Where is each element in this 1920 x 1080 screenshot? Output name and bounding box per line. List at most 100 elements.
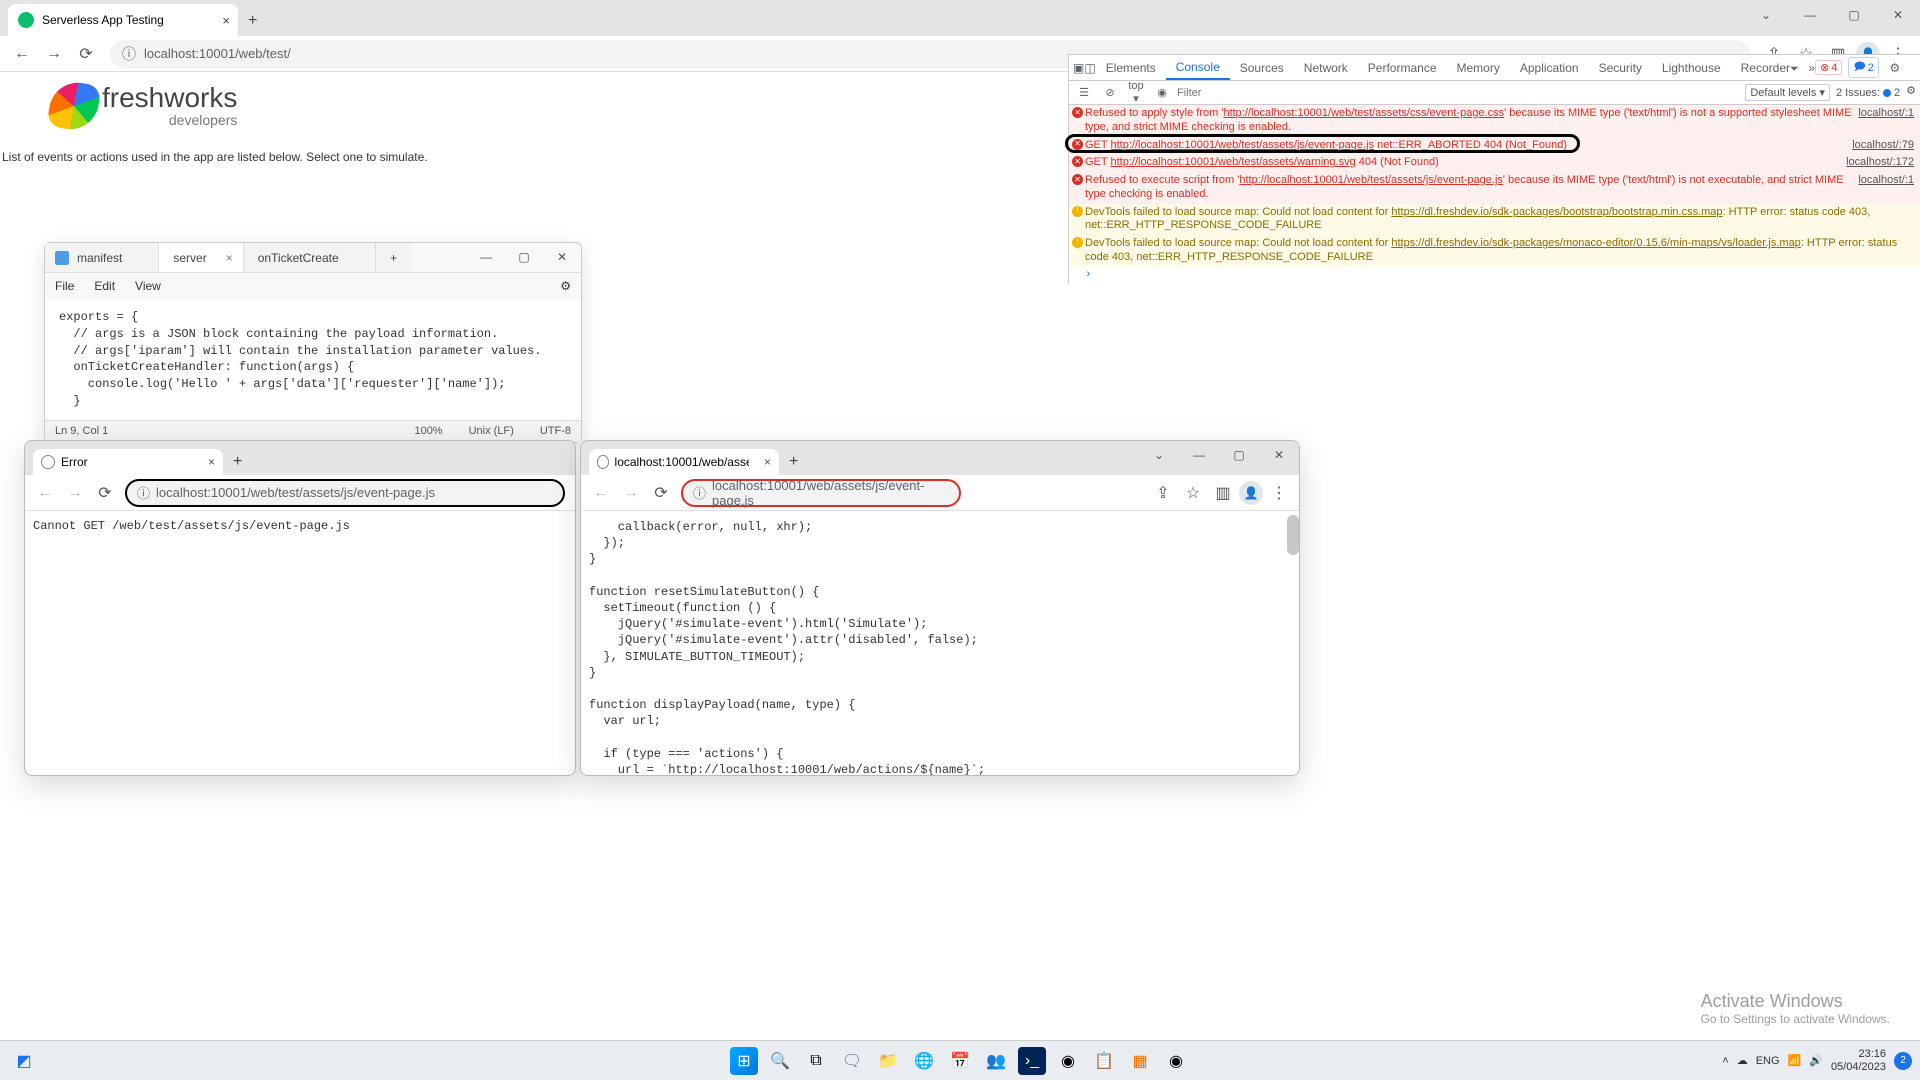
close-icon[interactable]: × bbox=[222, 13, 230, 28]
minimize-icon[interactable]: — bbox=[1788, 0, 1832, 30]
chevron-up-icon[interactable]: ˄ bbox=[1722, 1055, 1728, 1067]
kebab-icon[interactable]: ⋮ bbox=[1911, 61, 1920, 75]
error-count-badge[interactable]: ⊗4 bbox=[1815, 60, 1842, 75]
console-error-row[interactable]: ✕ Refused to apply style from 'http://lo… bbox=[1069, 105, 1920, 137]
menu-file[interactable]: File bbox=[55, 279, 74, 293]
tab-server[interactable]: server× bbox=[159, 243, 243, 272]
chrome-icon[interactable]: ◉ bbox=[1162, 1047, 1190, 1075]
source-link[interactable]: localhost/:1 bbox=[1858, 107, 1914, 135]
onedrive-icon[interactable]: ☁ bbox=[1737, 1054, 1748, 1067]
tab-lighthouse[interactable]: Lighthouse bbox=[1652, 55, 1731, 80]
close-icon[interactable]: ✕ bbox=[1876, 0, 1920, 30]
gear-icon[interactable]: ⚙ bbox=[560, 279, 571, 293]
reload-button[interactable]: ⟳ bbox=[72, 40, 100, 68]
reload-button[interactable]: ⟳ bbox=[647, 479, 675, 507]
reload-button[interactable]: ⟳ bbox=[91, 479, 119, 507]
bookmark-icon[interactable]: ☆ bbox=[1179, 479, 1207, 507]
browser-tab-js[interactable]: localhost:10001/web/assets/js/e × bbox=[589, 449, 779, 475]
maximize-icon[interactable]: ▢ bbox=[1219, 441, 1259, 469]
share-icon[interactable]: ⇪ bbox=[1149, 479, 1177, 507]
chrome-icon[interactable]: ◉ bbox=[1054, 1047, 1082, 1075]
sidepanel-icon[interactable]: ▥ bbox=[1209, 479, 1237, 507]
tab-sources[interactable]: Sources bbox=[1230, 55, 1294, 80]
browser-tab-serverless[interactable]: Serverless App Testing × bbox=[8, 4, 238, 36]
forward-button[interactable]: → bbox=[40, 40, 68, 68]
maximize-icon[interactable]: ▢ bbox=[505, 243, 543, 271]
js-source-body[interactable]: callback(error, null, xhr); }); } functi… bbox=[581, 511, 1299, 776]
tab-console[interactable]: Console bbox=[1166, 55, 1230, 80]
tab-memory[interactable]: Memory bbox=[1447, 55, 1510, 80]
close-icon[interactable]: ✕ bbox=[1259, 441, 1299, 469]
issues-badge[interactable]: 2 Issues: 2 bbox=[1836, 84, 1900, 101]
console-error-row[interactable]: ✕ GET http://localhost:10001/web/test/as… bbox=[1069, 137, 1920, 155]
info-icon[interactable]: ⓘ bbox=[137, 483, 150, 502]
log-levels-selector[interactable]: Default levels ▾ bbox=[1745, 84, 1830, 101]
teams-icon[interactable]: 👥 bbox=[982, 1047, 1010, 1075]
close-icon[interactable]: × bbox=[208, 455, 215, 469]
info-icon[interactable]: ⓘ bbox=[693, 483, 706, 502]
new-tab-button[interactable]: + bbox=[779, 449, 808, 475]
calendar-icon[interactable]: 📅 bbox=[946, 1047, 974, 1075]
minimize-icon[interactable]: — bbox=[467, 243, 505, 271]
taskview-icon[interactable]: ⧉ bbox=[802, 1047, 830, 1075]
menu-view[interactable]: View bbox=[135, 279, 161, 293]
tab-recorder[interactable]: Recorder 🞃 bbox=[1731, 55, 1809, 80]
inspect-icon[interactable]: ◫ bbox=[1084, 61, 1095, 75]
close-icon[interactable]: ✕ bbox=[543, 243, 581, 271]
console-warn-row[interactable]: ! DevTools failed to load source map: Co… bbox=[1069, 204, 1920, 236]
app-icon[interactable]: ▦ bbox=[1126, 1047, 1154, 1075]
wifi-icon[interactable]: 📶 bbox=[1788, 1054, 1802, 1067]
volume-icon[interactable]: 🔊 bbox=[1809, 1054, 1823, 1067]
tab-security[interactable]: Security bbox=[1589, 55, 1652, 80]
console-warn-row[interactable]: ! DevTools failed to load source map: Co… bbox=[1069, 235, 1920, 267]
tab-onticketcreate[interactable]: onTicketCreate bbox=[244, 243, 376, 272]
menu-icon[interactable]: ⋮ bbox=[1265, 479, 1293, 507]
source-link[interactable]: localhost/:79 bbox=[1852, 139, 1914, 153]
device-toolbar-icon[interactable]: ▣ bbox=[1073, 61, 1084, 75]
notification-badge[interactable]: 2 bbox=[1894, 1052, 1912, 1070]
close-icon[interactable]: × bbox=[764, 455, 771, 469]
tab-manifest[interactable]: manifest bbox=[45, 243, 159, 272]
menu-edit[interactable]: Edit bbox=[94, 279, 115, 293]
chat-icon[interactable]: 🗨 bbox=[838, 1047, 866, 1075]
tab-network[interactable]: Network bbox=[1294, 55, 1358, 80]
close-icon[interactable]: × bbox=[226, 251, 233, 265]
live-expression-icon[interactable]: ◉ bbox=[1151, 86, 1173, 99]
url-bar[interactable]: ⓘ localhost:10001/web/test/assets/js/eve… bbox=[125, 479, 565, 507]
file-explorer-icon[interactable]: 📁 bbox=[874, 1047, 902, 1075]
dropdown-icon[interactable]: ⌄ bbox=[1139, 441, 1179, 469]
clear-console-icon[interactable]: ⊘ bbox=[1099, 86, 1121, 99]
context-selector[interactable]: top ▾ bbox=[1125, 80, 1147, 105]
gear-icon[interactable]: ⚙ bbox=[1885, 61, 1905, 75]
notepad-icon[interactable]: 📋 bbox=[1090, 1047, 1118, 1075]
source-link[interactable]: localhost/:1 bbox=[1858, 174, 1914, 202]
edge-icon[interactable]: 🌐 bbox=[910, 1047, 938, 1075]
message-count-badge[interactable]: 🗩2 bbox=[1848, 57, 1878, 78]
editor-content[interactable]: exports = { // args is a JSON block cont… bbox=[45, 299, 581, 420]
console-error-row[interactable]: ✕ GET http://localhost:10001/web/test/as… bbox=[1069, 154, 1920, 172]
tab-elements[interactable]: Elements bbox=[1096, 55, 1166, 80]
browser-tab-error[interactable]: Error × bbox=[33, 449, 223, 475]
info-icon[interactable]: ⓘ bbox=[122, 44, 136, 64]
dropdown-icon[interactable]: ⌄ bbox=[1744, 0, 1788, 30]
maximize-icon[interactable]: ▢ bbox=[1832, 0, 1876, 30]
more-tabs-icon[interactable]: » bbox=[1808, 61, 1815, 75]
search-icon[interactable]: 🔍 bbox=[766, 1047, 794, 1075]
sidebar-toggle-icon[interactable]: ☰ bbox=[1073, 86, 1095, 99]
system-clock[interactable]: 23:16 05/04/2023 bbox=[1831, 1048, 1886, 1072]
console-filter-input[interactable] bbox=[1177, 87, 1741, 99]
widgets-icon[interactable]: ◩ bbox=[10, 1047, 38, 1075]
minimize-icon[interactable]: — bbox=[1179, 441, 1219, 469]
profile-avatar[interactable]: 👤 bbox=[1239, 481, 1263, 505]
console-error-row[interactable]: ✕ Refused to execute script from 'http:/… bbox=[1069, 172, 1920, 204]
url-bar[interactable]: ⓘ localhost:10001/web/assets/js/event-pa… bbox=[681, 479, 961, 507]
start-icon[interactable]: ⊞ bbox=[730, 1047, 758, 1075]
new-tab-button[interactable]: + bbox=[376, 243, 412, 272]
scrollbar-thumb[interactable] bbox=[1287, 515, 1299, 555]
terminal-icon[interactable]: ›_ bbox=[1018, 1047, 1046, 1075]
source-link[interactable]: localhost/:172 bbox=[1846, 156, 1914, 170]
gear-icon[interactable]: ⚙ bbox=[1906, 84, 1916, 101]
language-indicator[interactable]: ENG bbox=[1756, 1055, 1780, 1067]
new-tab-button[interactable]: + bbox=[223, 449, 252, 475]
console-prompt[interactable]: › bbox=[1069, 267, 1920, 285]
